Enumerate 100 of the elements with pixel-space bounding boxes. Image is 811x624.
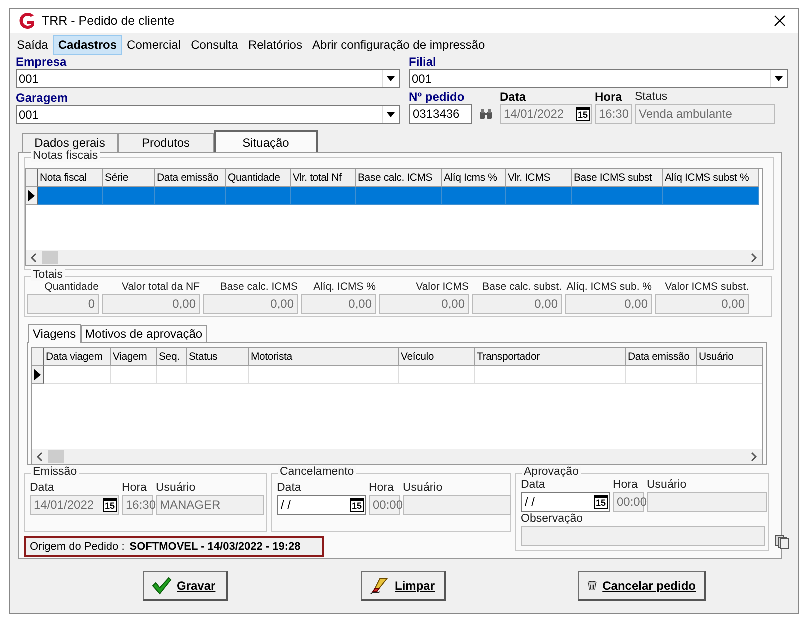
column-header[interactable]: Vlr. ICMS [506, 169, 572, 187]
field-label: Data [500, 90, 528, 104]
horizontal-scrollbar[interactable] [32, 449, 762, 464]
field-label: Status [635, 90, 669, 104]
tab[interactable]: Produtos [118, 133, 214, 152]
menu-item[interactable]: Relatórios [243, 35, 308, 55]
field-label: Garagem [16, 91, 70, 105]
menu-item[interactable]: Cadastros [53, 35, 122, 55]
input-field[interactable]: 0313436 [409, 104, 472, 124]
dropdown-field[interactable]: 001 [16, 69, 400, 88]
column-header[interactable]: Série [103, 169, 155, 187]
row-indicator[interactable] [32, 366, 44, 384]
group-title: Totais [31, 269, 66, 281]
table-cell [187, 366, 249, 384]
scrollbar-thumb[interactable] [48, 450, 64, 463]
table-cell [506, 187, 572, 205]
menu-item[interactable]: Comercial [122, 35, 186, 55]
menu-item[interactable]: Consulta [186, 35, 244, 55]
origin-label: Origem do Pedido : [30, 540, 125, 552]
field-label: Usuário [156, 481, 197, 495]
cancel-button[interactable]: Cancelar pedido [578, 571, 706, 601]
field-label: Hora [122, 481, 148, 495]
column-header[interactable]: Data viagem [44, 348, 111, 366]
group-title: Emissão [31, 466, 80, 478]
close-icon[interactable] [774, 15, 786, 27]
date-field[interactable]: / / 15 [277, 495, 366, 515]
scroll-left-icon[interactable] [30, 252, 38, 262]
column-header[interactable]: Data emissão [626, 348, 697, 366]
field-label: Data [277, 481, 302, 495]
group-title: Aprovação [522, 466, 581, 478]
column-header[interactable]: Alíq ICMS subst % [663, 169, 759, 187]
field-label: Base calc. subst. [482, 281, 562, 294]
checkmark-icon [152, 576, 172, 594]
calendar-button[interactable]: 15 [594, 495, 608, 509]
field-label: Hora [613, 478, 639, 492]
column-header[interactable]: Base calc. ICMS [356, 169, 442, 187]
documents-icon[interactable] [775, 535, 790, 550]
column-header[interactable]: Nota fiscal [38, 169, 103, 187]
field-label: Empresa [16, 55, 68, 69]
column-header[interactable]: Data emissão [155, 169, 226, 187]
horizontal-scrollbar[interactable] [26, 250, 762, 265]
tab[interactable]: Situação [214, 130, 318, 153]
calendar-button[interactable]: 15 [350, 498, 364, 512]
header-corner [26, 169, 38, 187]
field-label: Valor ICMS subst. [665, 281, 749, 294]
column-header[interactable]: Veículo [399, 348, 475, 366]
field-label: Data [30, 481, 56, 495]
field-label: Data [521, 478, 546, 492]
table-cell [157, 366, 187, 384]
field-label: Observação [521, 512, 584, 526]
field-label: Filial [409, 55, 438, 69]
scroll-left-icon[interactable] [36, 452, 44, 462]
table-cell [111, 366, 157, 384]
table-cell [291, 187, 356, 205]
scrollbar-thumb[interactable] [42, 251, 58, 264]
column-header[interactable]: Usuário [697, 348, 762, 366]
column-header[interactable]: Base ICMS subst [572, 169, 663, 187]
origin-value: SOFTMOVEL - 14/03/2022 - 19:28 [130, 540, 301, 552]
table-cell [38, 187, 103, 205]
dropdown-field[interactable]: 001 [16, 105, 400, 124]
app-logo-icon [18, 12, 36, 30]
field-label: Nº pedido [409, 90, 466, 104]
window-title: TRR - Pedido de cliente [42, 14, 175, 28]
field-label: Quantidade [44, 281, 99, 294]
field-label: Alíq. ICMS sub. % [566, 281, 652, 294]
field-label: Base calc. ICMS [220, 281, 298, 294]
column-header[interactable]: Transportador [475, 348, 626, 366]
table-cell [442, 187, 506, 205]
tab[interactable]: Viagens [28, 324, 82, 343]
column-header[interactable]: Viagem [111, 348, 157, 366]
table-cell [226, 187, 291, 205]
binoculars-icon[interactable] [479, 108, 493, 120]
column-header[interactable]: Status [187, 348, 249, 366]
clear-button[interactable]: Limpar [361, 571, 446, 601]
table-cell [155, 187, 226, 205]
table-cell [44, 366, 111, 384]
field-label: Valor ICMS [416, 281, 469, 294]
dropdown-field[interactable]: 001 [409, 69, 788, 88]
group-title: Notas fiscais [31, 150, 100, 162]
date-field[interactable]: / / 15 [521, 492, 610, 512]
field-label: Hora [369, 481, 395, 495]
field-label: Hora [595, 90, 624, 104]
column-header[interactable]: Motorista [249, 348, 399, 366]
eraser-icon [370, 576, 390, 594]
row-indicator[interactable] [26, 187, 38, 205]
header-corner [32, 348, 44, 366]
tab[interactable]: Motivos de aprovação [81, 325, 207, 342]
save-button[interactable]: Gravar [143, 571, 228, 601]
column-header[interactable]: Seq. [157, 348, 187, 366]
tab[interactable]: Dados gerais [22, 133, 118, 152]
column-header[interactable]: Vlr. total Nf [291, 169, 356, 187]
menu-item[interactable]: Abrir configuração de impressão [307, 35, 490, 55]
scroll-right-icon[interactable] [750, 452, 758, 462]
menu-item[interactable]: Saída [12, 35, 54, 55]
field-label: Valor total da NF [122, 281, 200, 294]
column-header[interactable]: Alíq Icms % [442, 169, 506, 187]
column-header[interactable]: Quantidade [226, 169, 291, 187]
group-title: Cancelamento [278, 466, 356, 478]
scroll-right-icon[interactable] [750, 252, 758, 262]
field-label: Usuário [647, 478, 688, 492]
